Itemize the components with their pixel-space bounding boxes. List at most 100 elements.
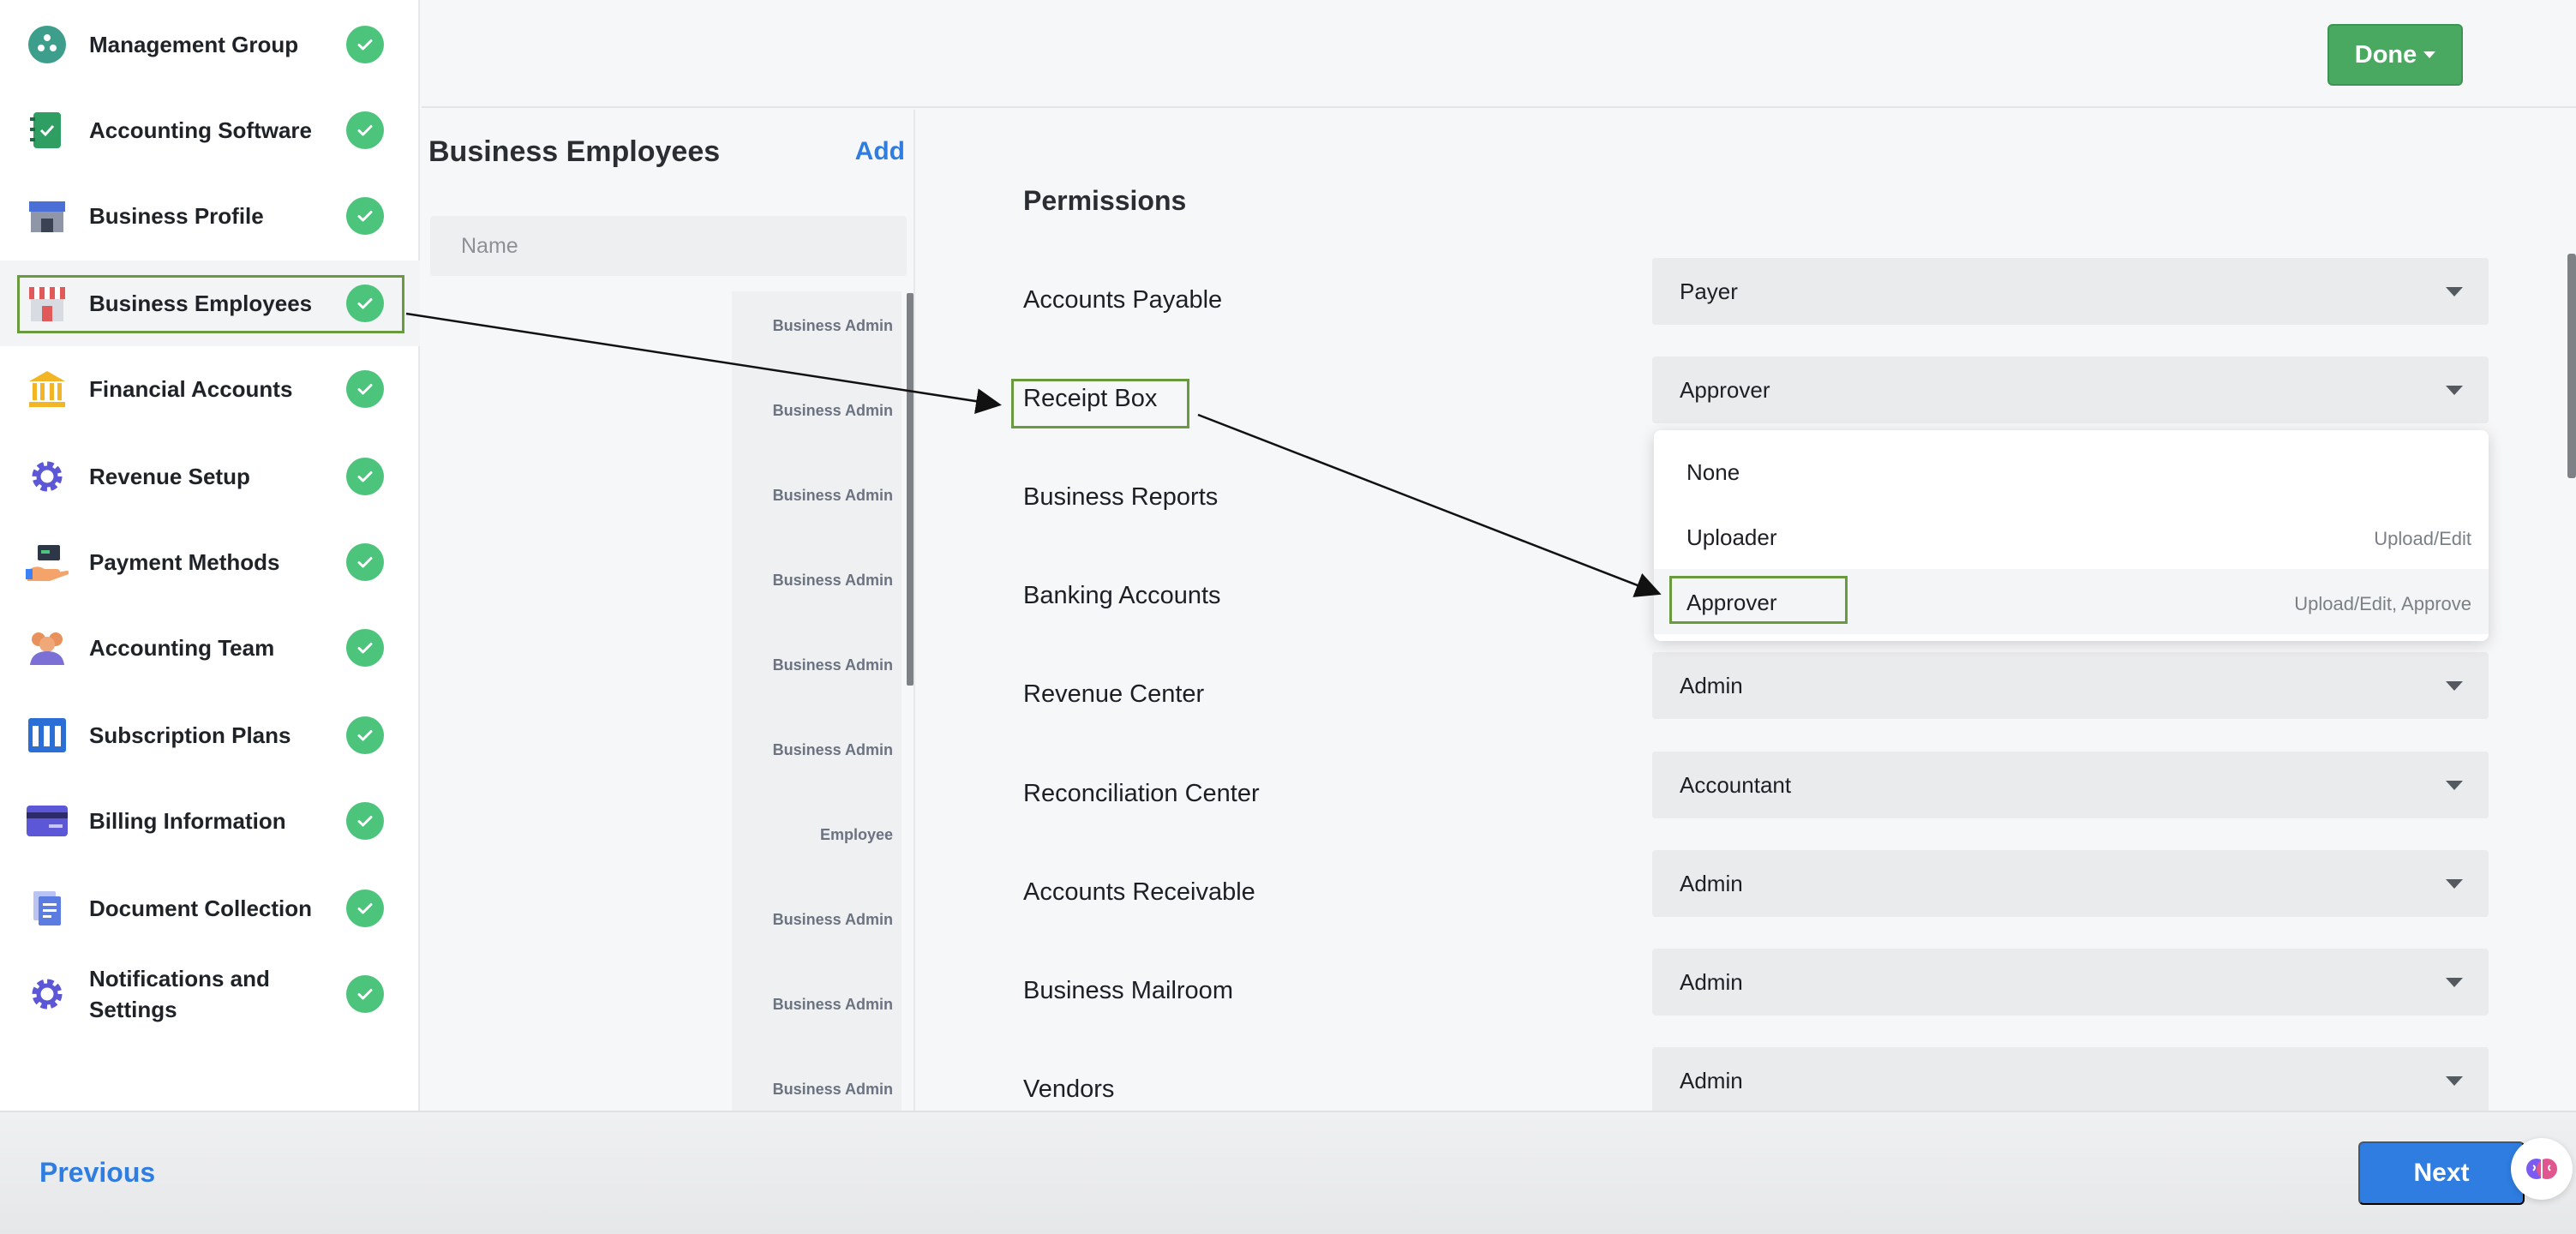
- check-circle-icon: [346, 716, 384, 754]
- check-circle-icon: [346, 370, 384, 408]
- check-circle-icon: [346, 543, 384, 581]
- sidebar-item-revenue-setup[interactable]: Revenue Setup: [0, 434, 420, 519]
- document-icon: [26, 887, 69, 930]
- employee-role[interactable]: Business Admin: [773, 996, 893, 1014]
- done-button[interactable]: Done: [2327, 24, 2463, 86]
- employee-search-input[interactable]: [430, 216, 907, 276]
- vendors-select[interactable]: Admin: [1652, 1047, 2489, 1114]
- done-label: Done: [2354, 40, 2417, 69]
- caret-down-icon: [2446, 879, 2463, 889]
- employee-list: Business Admin Business Admin Business A…: [732, 291, 902, 1111]
- chevron-down-icon: [2423, 51, 2436, 58]
- employee-role[interactable]: Business Admin: [773, 1081, 893, 1099]
- sidebar-item-label: Document Collection: [89, 896, 313, 921]
- sidebar-item-label: Billing Information: [89, 808, 286, 834]
- gear-icon: [26, 455, 69, 498]
- sidebar-item-subscription-plans[interactable]: Subscription Plans: [0, 692, 420, 778]
- caret-down-icon: [2446, 386, 2463, 395]
- reconciliation-center-select[interactable]: Accountant: [1652, 752, 2489, 818]
- select-value: Admin: [1680, 673, 1743, 698]
- revenue-center-select[interactable]: Admin: [1652, 652, 2489, 719]
- employee-role[interactable]: Business Admin: [773, 487, 893, 505]
- select-value: Approver: [1680, 377, 1770, 403]
- check-circle-icon: [346, 26, 384, 63]
- option-approver[interactable]: Approver Upload/Edit, Approve: [1654, 569, 2489, 634]
- select-value: Admin: [1680, 1068, 1743, 1093]
- sidebar-item-label: Business Profile: [89, 203, 264, 229]
- sidebar-item-label: Revenue Setup: [89, 464, 250, 489]
- permission-label-vendors: Vendors: [1023, 1075, 1115, 1103]
- permissions-title: Permissions: [1023, 185, 1187, 216]
- option-description: Upload/Edit: [2374, 528, 2471, 549]
- sidebar-item-financial-accounts[interactable]: Financial Accounts: [0, 346, 420, 432]
- sidebar-item-notifications-and-settings[interactable]: Notifications and Settings: [0, 951, 420, 1037]
- sidebar-item-accounting-team[interactable]: Accounting Team: [0, 605, 420, 691]
- check-circle-icon: [346, 197, 384, 235]
- select-value: Admin: [1680, 969, 1743, 995]
- check-circle-icon: [346, 975, 384, 1013]
- sidebar-item-accounting-software[interactable]: Accounting Software: [0, 87, 420, 173]
- bank-icon: [26, 368, 69, 410]
- sidebar-item-label: Financial Accounts: [89, 376, 293, 402]
- storefront-icon: [26, 195, 69, 237]
- management-group-icon: [26, 23, 69, 66]
- accounts-payable-select[interactable]: Payer: [1652, 258, 2489, 325]
- arrow-to-approver-option: [1197, 413, 1662, 597]
- option-uploader[interactable]: Uploader Upload/Edit: [1654, 504, 2489, 569]
- caret-down-icon: [2446, 1076, 2463, 1086]
- caret-down-icon: [2446, 978, 2463, 987]
- sidebar-item-label: Accounting Software: [89, 117, 313, 143]
- permission-label-reconciliation-center: Reconciliation Center: [1023, 780, 1260, 807]
- employee-role[interactable]: Business Admin: [773, 402, 893, 420]
- receipt-box-select[interactable]: Approver: [1652, 356, 2489, 423]
- permission-label-banking-accounts: Banking Accounts: [1023, 582, 1221, 609]
- permission-label-accounts-payable: Accounts Payable: [1023, 286, 1223, 314]
- permission-label-receipt-box: Receipt Box: [1023, 385, 1158, 412]
- check-circle-icon: [346, 629, 384, 667]
- footer: Previous Next: [0, 1111, 2576, 1234]
- sidebar-item-label: Business Employees: [89, 291, 313, 316]
- employee-list-scrollbar[interactable]: [907, 293, 914, 686]
- employees-store-icon: [26, 282, 69, 325]
- business-mailroom-select[interactable]: Admin: [1652, 949, 2489, 1015]
- employee-role[interactable]: Business Admin: [773, 741, 893, 759]
- sidebar-item-management-group[interactable]: Management Group: [0, 2, 420, 87]
- sidebar-item-label: Notifications and Settings: [89, 966, 270, 1022]
- credit-card-icon: [26, 800, 69, 842]
- sidebar-item-payment-methods[interactable]: Payment Methods: [0, 519, 420, 605]
- sidebar: Management Group Accounting Software Bus…: [0, 0, 420, 1111]
- select-value: Admin: [1680, 871, 1743, 896]
- employees-panel: Business Employees Add Business Admin Bu…: [422, 110, 915, 1111]
- caret-down-icon: [2446, 781, 2463, 790]
- sidebar-item-billing-information[interactable]: Billing Information: [0, 778, 420, 864]
- employee-role[interactable]: Employee: [820, 826, 893, 844]
- previous-button[interactable]: Previous: [39, 1157, 155, 1189]
- settings-gear-icon: [26, 973, 69, 1015]
- option-none[interactable]: None: [1654, 439, 2489, 504]
- sidebar-item-business-employees[interactable]: Business Employees: [0, 261, 420, 346]
- permission-label-revenue-center: Revenue Center: [1023, 680, 1205, 708]
- employee-role[interactable]: Business Admin: [773, 656, 893, 674]
- sidebar-item-label: Management Group: [89, 32, 299, 57]
- accounting-software-icon: [26, 109, 69, 152]
- payment-hand-icon: [26, 541, 69, 584]
- page-scrollbar[interactable]: [2567, 254, 2576, 478]
- accounts-receivable-select[interactable]: Admin: [1652, 850, 2489, 917]
- sidebar-item-business-profile[interactable]: Business Profile: [0, 173, 420, 259]
- sidebar-item-label: Subscription Plans: [89, 722, 291, 748]
- employee-role[interactable]: Business Admin: [773, 572, 893, 590]
- check-circle-icon: [346, 111, 384, 149]
- employee-role[interactable]: Business Admin: [773, 911, 893, 929]
- option-label: Approver: [1686, 590, 1777, 615]
- permission-label-business-mailroom: Business Mailroom: [1023, 977, 1233, 1004]
- employee-role[interactable]: Business Admin: [773, 317, 893, 335]
- sidebar-item-document-collection[interactable]: Document Collection: [0, 866, 420, 951]
- next-button[interactable]: Next: [2358, 1141, 2525, 1205]
- check-circle-icon: [346, 890, 384, 927]
- plans-icon: [26, 714, 69, 757]
- check-circle-icon: [346, 458, 384, 495]
- sidebar-item-label: Payment Methods: [89, 549, 280, 575]
- brain-assistant-icon[interactable]: [2511, 1138, 2573, 1200]
- sidebar-item-label: Accounting Team: [89, 635, 275, 661]
- add-employee-button[interactable]: Add: [855, 137, 905, 166]
